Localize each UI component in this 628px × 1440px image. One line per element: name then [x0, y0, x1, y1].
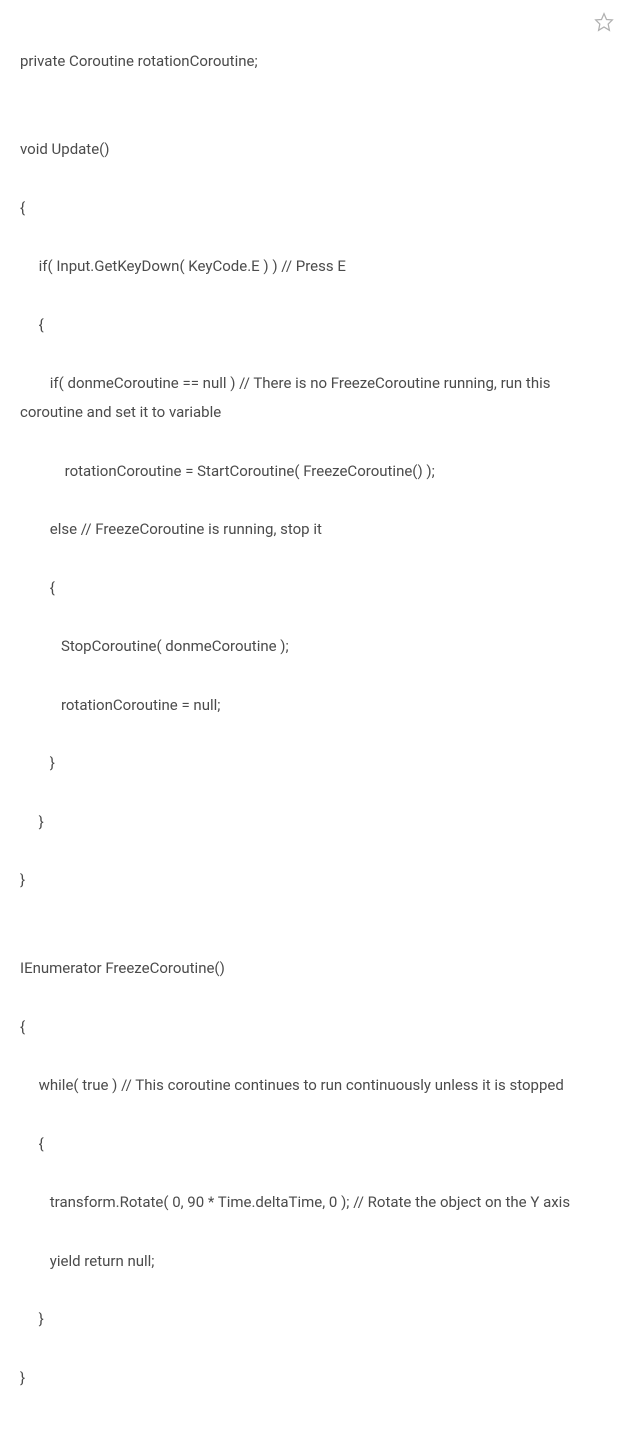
- code-line: {: [20, 311, 610, 340]
- code-line: }: [20, 808, 610, 837]
- code-line: rotationCoroutine = null;: [20, 691, 610, 720]
- code-line: void Update(): [20, 135, 610, 164]
- code-line: {: [20, 574, 610, 603]
- code-line: }: [20, 1305, 610, 1334]
- code-line: private Coroutine rotationCoroutine;: [20, 47, 610, 76]
- code-line: transform.Rotate( 0, 90 * Time.deltaTime…: [20, 1188, 610, 1217]
- code-line: {: [20, 1013, 610, 1042]
- code-block: private Coroutine rotationCoroutine; voi…: [20, 18, 610, 1422]
- code-line: while( true ) // This coroutine continue…: [20, 1071, 610, 1100]
- code-line: {: [20, 194, 610, 223]
- code-line: if( donmeCoroutine == null ) // There is…: [20, 369, 610, 428]
- code-line: rotationCoroutine = StartCoroutine( Free…: [20, 457, 610, 486]
- code-line: {: [20, 1130, 610, 1159]
- star-icon[interactable]: [594, 12, 614, 32]
- code-line: }: [20, 1364, 610, 1393]
- code-line: }: [20, 866, 610, 895]
- code-line: IEnumerator FreezeCoroutine(): [20, 954, 610, 983]
- code-line: StopCoroutine( donmeCoroutine );: [20, 632, 610, 661]
- code-line: yield return null;: [20, 1247, 610, 1276]
- code-line: }: [20, 749, 610, 778]
- code-line: else // FreezeCoroutine is running, stop…: [20, 515, 610, 544]
- code-line: if( Input.GetKeyDown( KeyCode.E ) ) // P…: [20, 252, 610, 281]
